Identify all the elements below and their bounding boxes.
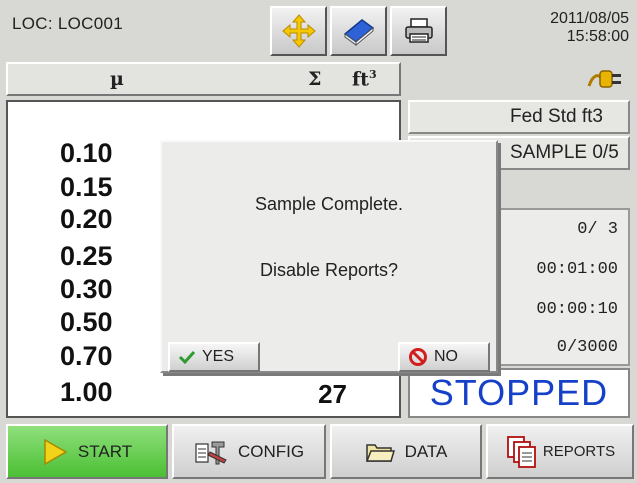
no-label: NO	[434, 348, 458, 365]
folder-icon	[365, 443, 395, 462]
size-row: 0.25	[60, 241, 113, 271]
location-label: LOC: LOC001	[12, 14, 124, 33]
datetime-display: 2011/08/05 15:58:00	[550, 10, 629, 46]
time-text: 15:58:00	[566, 28, 629, 45]
config-button[interactable]: CONFIG	[172, 424, 326, 479]
start-label: START	[77, 441, 133, 461]
data-label: DATA	[404, 441, 448, 461]
column-header-sum: Σ	[308, 68, 322, 90]
count-progress: 0/ 3	[577, 220, 618, 239]
power-plug-icon	[587, 70, 621, 88]
yes-label: YES	[202, 348, 235, 365]
column-header-size: µ	[110, 68, 124, 90]
table-header: µ Σ ft3	[6, 62, 401, 96]
sample-time: 00:01:00	[536, 260, 618, 279]
size-row: 0.15	[60, 172, 113, 202]
buffer-count: 0/3000	[556, 338, 618, 357]
data-button[interactable]: DATA	[330, 424, 482, 479]
size-row: 0.70	[60, 341, 113, 371]
printer-icon	[404, 18, 433, 43]
play-icon	[44, 438, 68, 465]
size-row: 0.30	[60, 274, 113, 304]
reports-label: REPORTS	[542, 443, 616, 460]
standard-label: Fed Std ft3	[408, 100, 630, 134]
size-row: 1.00	[60, 377, 113, 407]
size-row: 0.50	[60, 307, 113, 337]
checkmark-icon	[178, 350, 196, 364]
dialog-question: Disable Reports?	[259, 260, 399, 280]
no-button[interactable]: NO	[398, 342, 490, 372]
column-header-unit: ft3	[352, 68, 377, 91]
reports-button[interactable]: REPORTS	[486, 424, 634, 479]
power-status	[587, 66, 623, 97]
hold-time: 00:00:10	[536, 300, 618, 319]
print-button[interactable]	[390, 6, 447, 56]
reports-icon	[506, 435, 536, 468]
yes-button[interactable]: YES	[168, 342, 260, 372]
tools-icon	[195, 441, 227, 464]
size-row: 0.10	[60, 138, 113, 168]
dialog-message: Sample Complete.	[254, 194, 404, 214]
book-icon	[343, 19, 374, 46]
count-value: 27	[318, 379, 347, 409]
size-row: 0.20	[60, 204, 113, 234]
run-state: STOPPED	[408, 368, 630, 418]
no-entry-icon	[409, 348, 427, 366]
manual-button[interactable]	[330, 6, 387, 56]
move-arrows-icon	[281, 14, 316, 48]
start-button[interactable]: START	[6, 424, 168, 479]
config-label: CONFIG	[237, 441, 305, 461]
sample-complete-dialog: Sample Complete. Disable Reports? YES NO	[160, 140, 498, 373]
date-text: 2011/08/05	[550, 10, 629, 27]
move-button[interactable]	[270, 6, 327, 56]
